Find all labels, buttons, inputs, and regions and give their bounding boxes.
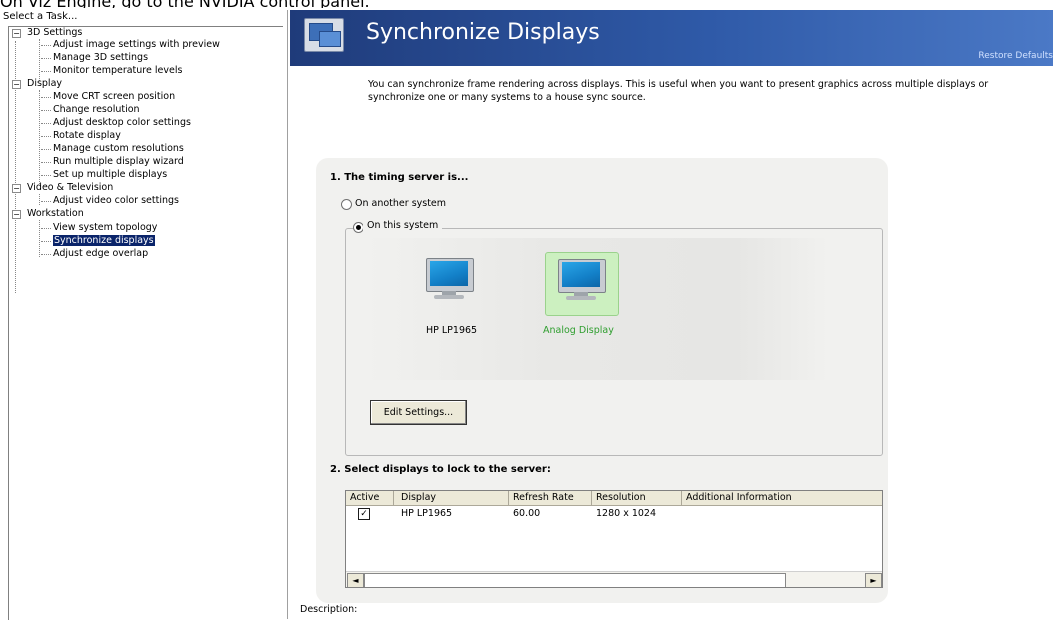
tree-guide-line bbox=[15, 41, 16, 293]
tree-item-change-resolution[interactable]: Change resolution bbox=[41, 104, 140, 116]
tree-item-rotate-display[interactable]: Rotate display bbox=[41, 130, 121, 142]
collapse-icon[interactable]: − bbox=[12, 210, 21, 219]
radio-label-on-another-system[interactable]: On another system bbox=[355, 198, 446, 209]
table-header: Active Display Refresh Rate Resolution A… bbox=[346, 491, 882, 506]
tree-item-manage-3d-settings[interactable]: Manage 3D settings bbox=[41, 52, 148, 64]
tree-category-3d-settings[interactable]: − 3D Settings bbox=[12, 27, 82, 39]
synchronize-displays-icon bbox=[304, 18, 344, 52]
page-caption: On Viz Engine, go to the NVIDIA control … bbox=[0, 0, 1053, 8]
tree-guide-line bbox=[39, 220, 40, 257]
task-tree[interactable]: − 3D Settings Adjust image settings with… bbox=[8, 26, 283, 620]
tree-item-adjust-desktop-color[interactable]: Adjust desktop color settings bbox=[41, 117, 191, 129]
tree-guide-line bbox=[39, 90, 40, 184]
restore-defaults-link[interactable]: Restore Defaults bbox=[978, 51, 1053, 61]
tree-guide-line bbox=[39, 39, 40, 81]
timing-server-heading: 1. The timing server is... bbox=[330, 172, 469, 183]
display-hp-lp1965[interactable] bbox=[418, 252, 482, 314]
column-header-active[interactable]: Active bbox=[350, 492, 379, 503]
tree-item-view-system-topology[interactable]: View system topology bbox=[41, 222, 157, 234]
cell-display: HP LP1965 bbox=[401, 508, 453, 519]
tree-item-run-multiple-display-wizard[interactable]: Run multiple display wizard bbox=[41, 156, 184, 168]
cell-refresh-rate: 60.00 bbox=[513, 508, 541, 519]
radio-on-another-system[interactable] bbox=[341, 199, 352, 210]
column-header-additional-information[interactable]: Additional Information bbox=[686, 492, 792, 503]
monitor-icon bbox=[426, 258, 474, 299]
horizontal-scrollbar[interactable]: ◄ ► bbox=[346, 571, 882, 587]
display-label-analog-display: Analog Display bbox=[543, 325, 614, 336]
lock-displays-table[interactable]: Active Display Refresh Rate Resolution A… bbox=[345, 490, 883, 588]
tree-item-monitor-temperature[interactable]: Monitor temperature levels bbox=[41, 65, 182, 77]
column-header-display[interactable]: Display bbox=[401, 492, 436, 503]
scroll-right-arrow-icon[interactable]: ► bbox=[865, 573, 882, 587]
tree-category-video-television[interactable]: − Video & Television bbox=[12, 182, 113, 194]
collapse-icon[interactable]: − bbox=[12, 184, 21, 193]
tree-item-move-crt[interactable]: Move CRT screen position bbox=[41, 91, 175, 103]
tree-item-set-up-multiple-displays[interactable]: Set up multiple displays bbox=[41, 169, 167, 181]
edit-settings-button[interactable]: Edit Settings... bbox=[370, 400, 467, 425]
scroll-left-arrow-icon[interactable]: ◄ bbox=[347, 573, 364, 587]
column-header-resolution[interactable]: Resolution bbox=[596, 492, 646, 503]
intro-text: You can synchronize frame rendering acro… bbox=[368, 79, 989, 103]
lock-displays-heading: 2. Select displays to lock to the server… bbox=[330, 464, 551, 475]
display-analog-display[interactable] bbox=[545, 252, 619, 316]
tree-category-display[interactable]: − Display bbox=[12, 78, 62, 90]
collapse-icon[interactable]: − bbox=[12, 29, 21, 38]
cell-resolution: 1280 x 1024 bbox=[596, 508, 657, 519]
column-header-refresh-rate[interactable]: Refresh Rate bbox=[513, 492, 574, 503]
active-checkbox[interactable]: ✓ bbox=[358, 508, 370, 520]
tree-item-adjust-image-settings[interactable]: Adjust image settings with preview bbox=[41, 39, 220, 51]
page-header: Synchronize Displays Restore Defaults bbox=[290, 10, 1053, 66]
tree-item-adjust-edge-overlap[interactable]: Adjust edge overlap bbox=[41, 248, 148, 260]
monitor-icon bbox=[558, 259, 606, 300]
page-title: Synchronize Displays bbox=[366, 20, 600, 45]
collapse-icon[interactable]: − bbox=[12, 80, 21, 89]
scrollbar-thumb[interactable] bbox=[364, 573, 786, 587]
tree-category-workstation[interactable]: − Workstation bbox=[12, 208, 84, 220]
description-label: Description: bbox=[300, 604, 358, 615]
display-label-hp-lp1965: HP LP1965 bbox=[426, 325, 478, 336]
tree-item-adjust-video-color[interactable]: Adjust video color settings bbox=[41, 195, 179, 207]
task-panel: Select a Task... − 3D Settings Adjust im… bbox=[0, 10, 288, 620]
tree-guide-line bbox=[39, 194, 40, 205]
tree-item-manage-custom-resolutions[interactable]: Manage custom resolutions bbox=[41, 143, 184, 155]
radio-label-on-this-system[interactable]: On this system bbox=[363, 220, 443, 231]
tree-item-synchronize-displays[interactable]: Synchronize displays bbox=[41, 235, 155, 247]
task-panel-title: Select a Task... bbox=[3, 11, 78, 22]
